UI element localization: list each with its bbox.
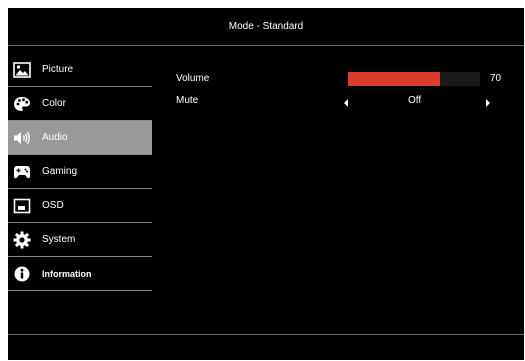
sidebar-item-osd[interactable]: OSD	[8, 189, 152, 223]
mute-left-arrow-icon[interactable]	[344, 99, 348, 107]
gamepad-icon	[13, 163, 31, 181]
mute-right-arrow-icon[interactable]	[486, 99, 490, 107]
info-icon	[13, 265, 31, 283]
mute-label: Mute	[176, 95, 199, 106]
sidebar-item-picture[interactable]: Picture	[8, 53, 152, 87]
sidebar-item-gaming[interactable]: Gaming	[8, 155, 152, 189]
osd-icon	[13, 197, 31, 215]
sidebar-item-label: Picture	[42, 64, 74, 75]
sidebar-item-label: Color	[42, 98, 66, 109]
bottom-divider	[8, 334, 524, 335]
mute-row[interactable]: Mute Off	[176, 90, 516, 112]
speaker-icon	[13, 129, 31, 147]
gear-icon	[13, 231, 31, 249]
title-bar: Mode - Standard	[8, 8, 524, 44]
sidebar-item-label: System	[42, 234, 76, 245]
sidebar-item-label: OSD	[42, 200, 64, 211]
sidebar-item-information[interactable]: Information	[8, 257, 152, 291]
audio-settings-panel: Volume 70 Mute Off	[176, 68, 516, 112]
palette-icon	[13, 95, 31, 113]
sidebar-item-label: Gaming	[42, 166, 78, 177]
sidebar-item-audio[interactable]: Audio	[8, 121, 152, 155]
sidebar: Picture Color Audio Gaming OSD System In…	[8, 53, 152, 291]
osd-menu: Mode - Standard Picture Color Audio Gami…	[8, 8, 524, 360]
volume-slider-fill	[348, 72, 441, 86]
volume-label: Volume	[176, 73, 210, 84]
volume-value: 70	[490, 73, 502, 84]
mute-value: Off	[408, 95, 422, 106]
volume-row[interactable]: Volume 70	[176, 68, 516, 90]
sidebar-item-system[interactable]: System	[8, 223, 152, 257]
sidebar-item-color[interactable]: Color	[8, 87, 152, 121]
sidebar-item-label: Information	[42, 268, 92, 279]
picture-icon	[13, 61, 31, 79]
sidebar-item-label: Audio	[42, 132, 68, 143]
mode-title: Mode - Standard	[228, 20, 304, 32]
volume-slider[interactable]	[348, 72, 480, 86]
title-divider	[8, 45, 524, 46]
